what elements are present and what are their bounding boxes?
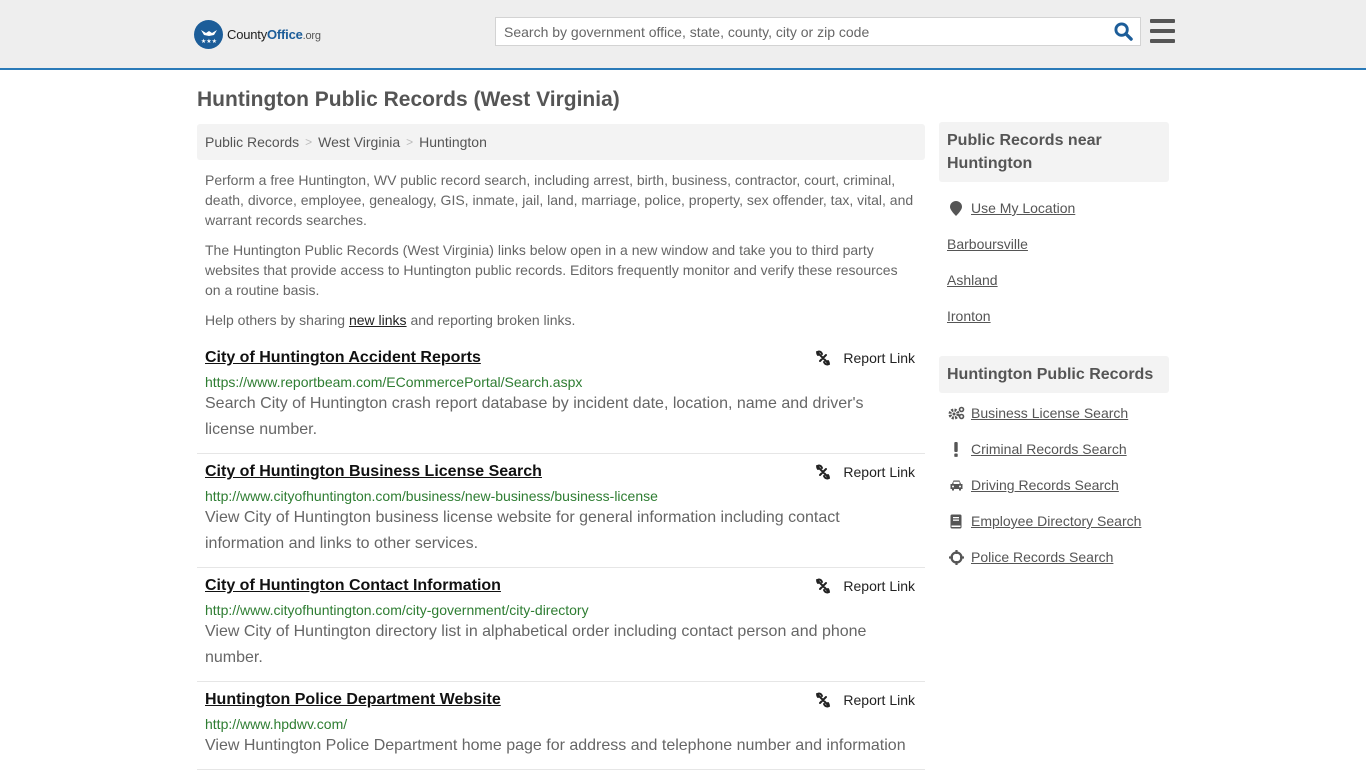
entry-title-link[interactable]: City of Huntington Business License Sear… (205, 462, 542, 482)
nearby-place-item[interactable]: Barboursville (947, 226, 1161, 262)
eagle-logo-icon: ★★★ (194, 20, 223, 49)
crosshairs-icon (947, 549, 965, 565)
entry-description: Search City of Huntington crash report d… (205, 395, 864, 438)
sidebar-item-business-license[interactable]: Business License Search (947, 395, 1161, 431)
breadcrumb-west-virginia[interactable]: West Virginia (318, 134, 400, 150)
intro-paragraph-2: The Huntington Public Records (West Virg… (205, 242, 898, 298)
search-bar (495, 17, 1141, 46)
intro-text: Perform a free Huntington, WV public rec… (197, 160, 925, 330)
breadcrumb-huntington[interactable]: Huntington (419, 134, 487, 150)
entry-title-link[interactable]: Huntington Police Department Website (205, 690, 501, 710)
new-links-link[interactable]: new links (349, 312, 407, 328)
sidebar-item-label[interactable]: Criminal Records Search (971, 441, 1127, 457)
top-header: ★★★ CountyOffice.org (0, 0, 1366, 70)
map-marker-icon (947, 200, 965, 216)
search-input[interactable] (496, 18, 1106, 45)
main-content: Public Records > West Virginia > Hunting… (197, 124, 925, 770)
broken-link-icon (816, 692, 831, 708)
car-icon (947, 479, 965, 491)
sidebar-item-label[interactable]: Driving Records Search (971, 477, 1119, 493)
entry-title-link[interactable]: City of Huntington Contact Information (205, 576, 501, 596)
entry-url: http://www.cityofhuntington.com/business… (205, 488, 658, 504)
broken-link-icon (816, 578, 831, 594)
entry-url: http://www.cityofhuntington.com/city-gov… (205, 602, 589, 618)
records-list: Business License Search Criminal Records… (939, 393, 1169, 575)
breadcrumb: Public Records > West Virginia > Hunting… (197, 124, 925, 160)
sidebar-nearby: Public Records near Huntington Use My Lo… (939, 122, 1169, 334)
breadcrumb-public-records[interactable]: Public Records (205, 134, 299, 150)
sidebar-item-criminal-records[interactable]: Criminal Records Search (947, 431, 1161, 467)
sidebar-records-heading: Huntington Public Records (939, 356, 1169, 393)
broken-link-icon (816, 464, 831, 480)
nearby-place-item[interactable]: Ashland (947, 262, 1161, 298)
sidebar-item-label[interactable]: Police Records Search (971, 549, 1113, 565)
logo-wordmark: CountyOffice.org (227, 27, 321, 42)
gears-icon (947, 406, 965, 420)
entry-title-link[interactable]: City of Huntington Accident Reports (205, 348, 481, 368)
use-my-location-item[interactable]: Use My Location (947, 190, 1161, 226)
report-link-button[interactable]: Report Link (815, 350, 915, 366)
entry-url: http://www.hpdwv.com/ (205, 716, 348, 732)
record-entry: Huntington Police Department Website Rep… (197, 682, 925, 770)
hamburger-menu-icon[interactable] (1150, 19, 1175, 43)
entry-description: View City of Huntington directory list i… (205, 623, 867, 666)
record-entry: City of Huntington Contact Information R… (197, 568, 925, 682)
nearby-place-link[interactable]: Ashland (947, 272, 998, 288)
breadcrumb-separator: > (406, 135, 414, 149)
sidebar-nearby-heading: Public Records near Huntington (939, 122, 1169, 182)
broken-link-icon (816, 350, 831, 366)
record-entry: City of Huntington Accident Reports Repo… (197, 340, 925, 454)
site-logo[interactable]: ★★★ CountyOffice.org (194, 20, 321, 49)
intro-paragraph-1: Perform a free Huntington, WV public rec… (205, 172, 914, 228)
page-title: Huntington Public Records (West Virginia… (197, 88, 620, 111)
entry-url: https://www.reportbeam.com/ECommercePort… (205, 374, 583, 390)
intro-paragraph-3: Help others by sharing new links and rep… (205, 312, 576, 328)
nearby-place-link[interactable]: Barboursville (947, 236, 1028, 252)
svg-text:★★★: ★★★ (200, 38, 216, 45)
search-button[interactable] (1106, 18, 1140, 45)
report-link-button[interactable]: Report Link (815, 578, 915, 594)
sidebar-records: Huntington Public Records Business Licen… (939, 356, 1169, 575)
book-icon (947, 514, 965, 529)
sidebar-item-driving-records[interactable]: Driving Records Search (947, 467, 1161, 503)
report-link-button[interactable]: Report Link (815, 464, 915, 480)
exclamation-icon (947, 441, 965, 457)
breadcrumb-separator: > (305, 135, 313, 149)
entry-description: View City of Huntington business license… (205, 509, 840, 552)
sidebar-item-label[interactable]: Employee Directory Search (971, 513, 1141, 529)
search-icon (1113, 22, 1133, 41)
nearby-list: Use My Location Barboursville Ashland Ir… (939, 182, 1169, 334)
sidebar-item-police-records[interactable]: Police Records Search (947, 539, 1161, 575)
sidebar-item-label[interactable]: Business License Search (971, 405, 1128, 421)
report-link-button[interactable]: Report Link (815, 692, 915, 708)
use-my-location-link[interactable]: Use My Location (971, 200, 1075, 216)
entry-description: View Huntington Police Department home p… (205, 737, 906, 754)
nearby-place-link[interactable]: Ironton (947, 308, 991, 324)
nearby-place-item[interactable]: Ironton (947, 298, 1161, 334)
record-entry: City of Huntington Business License Sear… (197, 454, 925, 568)
sidebar-item-employee-directory[interactable]: Employee Directory Search (947, 503, 1161, 539)
